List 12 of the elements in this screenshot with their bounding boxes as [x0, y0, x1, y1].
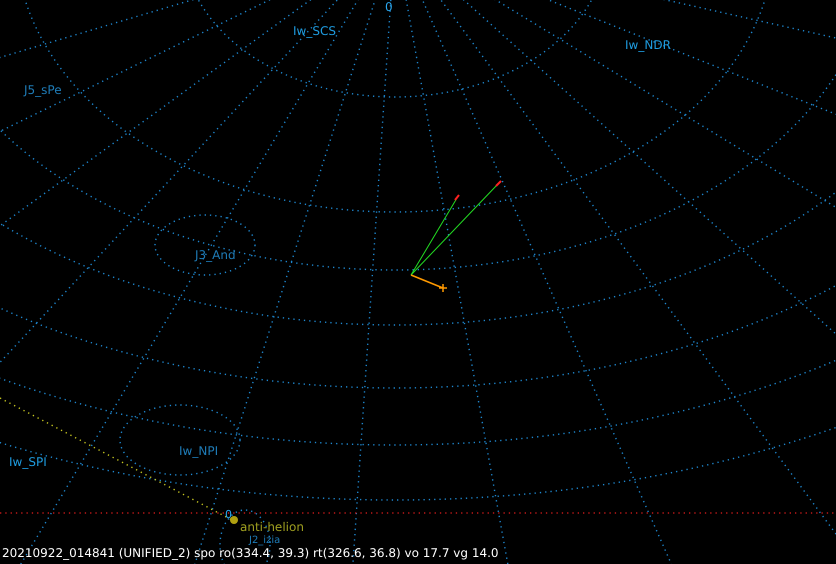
zenith-label: 0 — [385, 0, 393, 14]
radiant-label: Iw_NPI — [179, 444, 218, 458]
radiant-label: Iw_SCS — [293, 24, 336, 38]
radiant-label: J5_sPe — [24, 83, 62, 97]
radiant-label: J3_And — [195, 248, 236, 262]
radiant-label: Iw_NDR — [625, 38, 671, 52]
radiant-label: Iw_SPI — [9, 455, 47, 469]
anti-helion-marker — [230, 516, 238, 524]
radiant-label: J2_izia — [249, 535, 280, 546]
anti-helion-label: anti-helion — [240, 520, 304, 534]
status-text: 20210922_014841 (UNIFIED_2) spo ro(334.4, 39.3) rt(326.6, 36.8) vo 17.7 vg 14.0 — [2, 546, 499, 560]
zenith-label: 0 — [225, 508, 232, 521]
